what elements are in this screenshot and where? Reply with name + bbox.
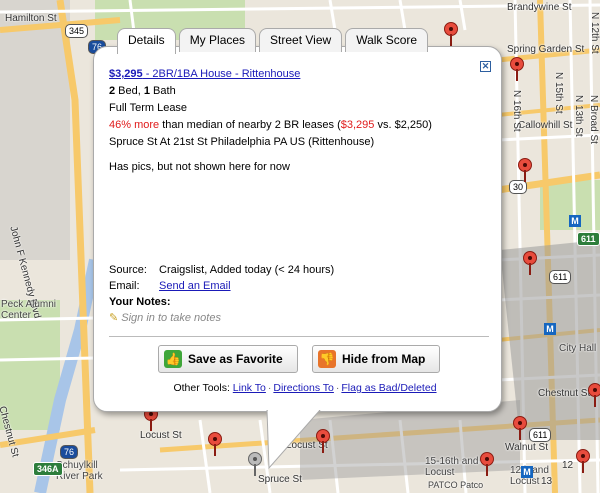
listing-pin-marker[interactable]: [523, 251, 537, 275]
thumbs-down-icon: 👎: [318, 350, 336, 368]
street-label-chestnut-right: Chestnut St: [538, 388, 591, 399]
route-shield-611-top: 611: [577, 232, 600, 246]
thumbs-up-icon: 👍: [164, 350, 182, 368]
street-label-hamilton: Hamilton St: [5, 13, 57, 24]
street-label-n15th: N 15th St: [553, 72, 564, 114]
metro-icon: M: [544, 323, 556, 335]
listing-beds-label: Bed,: [115, 85, 144, 97]
other-tools-label: Other Tools:: [173, 382, 230, 394]
listing-baths-label: Bath: [150, 85, 176, 97]
save-favorite-button[interactable]: 👍 Save as Favorite: [158, 345, 298, 373]
listing-title-link[interactable]: - 2BR/1BA House - Rittenhouse: [143, 68, 301, 80]
listing-comparison: 46% more than median of nearby 2 BR leas…: [109, 117, 489, 134]
listing-pin-marker[interactable]: [444, 22, 458, 46]
street-label-n13th: N 13th St: [573, 95, 584, 137]
comparison-price: $3,295: [340, 119, 375, 131]
street-label-locust-left: Locust St: [140, 430, 182, 441]
place-label-patco: PATCO Patco: [428, 480, 484, 490]
divider: [109, 336, 489, 337]
notes-label: Your Notes:: [109, 296, 171, 308]
signin-link[interactable]: Sign in to take notes: [121, 312, 221, 324]
listing-meta: Source: Craigslist, Added today (< 24 hou…: [109, 262, 489, 326]
listing-pin-marker[interactable]: [510, 57, 524, 81]
listing-pin-marker[interactable]: [588, 383, 600, 407]
listing-pin-marker[interactable]: [208, 432, 222, 456]
street-label-n12th: N 12th St: [589, 12, 600, 54]
place-label-locust-12: 12th and Locust: [510, 465, 549, 487]
listing-title: $3,295 - 2BR/1BA House - Rittenhouse: [109, 66, 489, 83]
pencil-icon: ✎: [109, 312, 119, 324]
route-shield-611-mid: 611: [549, 270, 572, 284]
tab-details[interactable]: Details: [117, 28, 176, 54]
flag-bad-link[interactable]: Flag as Bad/Deleted: [341, 382, 436, 394]
street-label-n-broad: N Broad St: [588, 95, 599, 144]
listing-rooms: 2 Bed, 1 Bath: [109, 83, 489, 100]
route-shield-346a: 346A: [33, 462, 63, 476]
place-label-schuylkill: Schuylkill River Park: [56, 460, 103, 482]
route-shield-76-bottom: 76: [60, 445, 79, 459]
listing-description: Has pics, but not shown here for now: [109, 161, 290, 173]
info-window-pointer: [266, 410, 321, 470]
listing-price-link[interactable]: $3,295: [109, 68, 143, 80]
source-row: Source: Craigslist, Added today (< 24 hou…: [109, 262, 489, 278]
street-label-n16th: N 16th St: [511, 90, 522, 132]
listing-pin-marker[interactable]: [480, 452, 494, 476]
save-favorite-label: Save as Favorite: [188, 352, 283, 366]
signin-row[interactable]: ✎ Sign in to take notes: [109, 310, 489, 326]
street-label-12: 12: [562, 460, 574, 471]
route-shield-611-bottom: 611: [529, 428, 552, 442]
email-row: Email: Send an Email: [109, 278, 489, 294]
street-label-spring-garden: Spring Garden St: [507, 44, 585, 55]
listing-address: Spruce St At 21st St Philadelphia PA US …: [109, 136, 375, 148]
listing-lease: Full Term Lease: [109, 102, 188, 114]
street-label-callowhill: Callowhill St: [518, 120, 573, 131]
street-label-spruce: Spruce St: [258, 474, 302, 485]
place-label-city-hall: City Hall: [559, 343, 597, 354]
info-tabs: Details My Places Street View Walk Score: [117, 28, 431, 54]
street-label-walnut: Walnut St: [505, 442, 548, 453]
source-value: Craigslist, Added today (< 24 hours): [159, 264, 335, 276]
listing-pin-marker[interactable]: [576, 449, 590, 473]
metro-icon: M: [569, 215, 581, 227]
place-label-peck: Peck Alumni Center: [1, 299, 57, 321]
link-to-link[interactable]: Link To: [233, 382, 266, 394]
email-label: Email:: [109, 280, 140, 292]
hide-from-map-button[interactable]: 👎 Hide from Map: [312, 345, 440, 373]
hide-from-map-label: Hide from Map: [342, 352, 426, 366]
route-shield-345: 345: [65, 24, 89, 38]
send-email-link[interactable]: Send an Email: [159, 280, 231, 292]
directions-to-link[interactable]: Directions To: [273, 382, 334, 394]
listing-pin-marker[interactable]: [518, 158, 532, 182]
tab-my-places[interactable]: My Places: [178, 28, 257, 52]
selected-listing-pin-marker[interactable]: [248, 452, 262, 476]
metro-icon: M: [521, 466, 533, 478]
tab-walk-score[interactable]: Walk Score: [345, 28, 429, 52]
comparison-tail: vs. $2,250): [374, 119, 432, 131]
street-label-brandywine: Brandywine St: [507, 2, 572, 13]
listing-pin-marker[interactable]: [513, 416, 527, 440]
other-tools: Other Tools: Link To · Directions To · Flag …: [173, 382, 437, 394]
listing-details: $3,295 - 2BR/1BA House - Rittenhouse 2 B…: [109, 66, 489, 176]
comparison-percent: 46% more: [109, 119, 160, 131]
tab-street-view[interactable]: Street View: [259, 28, 343, 52]
route-shield-30: 30: [509, 180, 528, 194]
source-label: Source:: [109, 264, 147, 276]
comparison-text: than median of nearby 2 BR leases (: [159, 119, 341, 131]
